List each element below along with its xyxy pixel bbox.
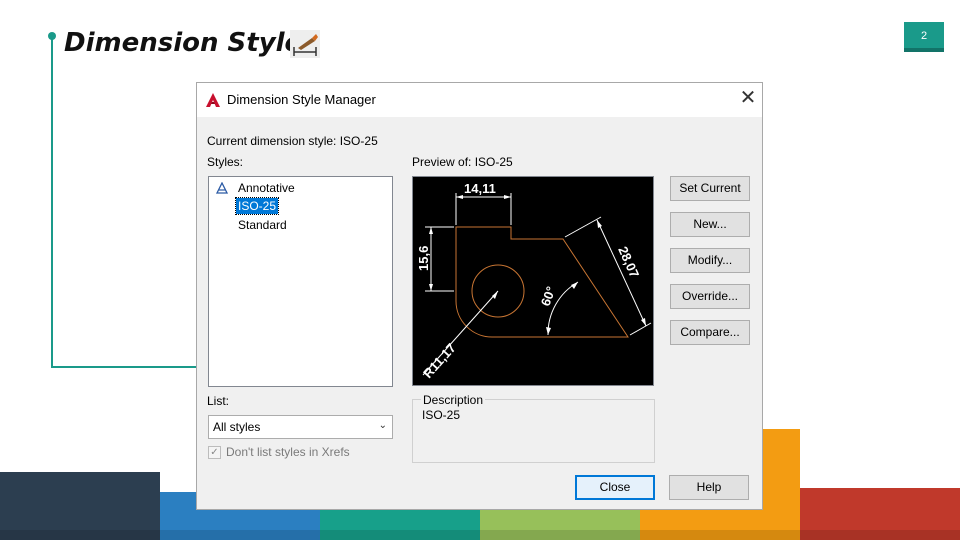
preview-drawing: 14,11 15,6 28,07 60° R11,17	[416, 181, 652, 381]
styles-list[interactable]: Annotative ISO-25 Standard	[208, 176, 393, 387]
accent-line-horizontal	[51, 366, 197, 368]
description-label: Description	[421, 393, 486, 407]
accent-line-vertical	[51, 36, 53, 368]
dialog-body: Current dimension style: ISO-25 Styles: …	[197, 117, 762, 509]
dialog-titlebar[interactable]: Dimension Style Manager ✕	[197, 83, 762, 117]
annotative-icon	[216, 182, 228, 194]
xrefs-checkbox[interactable]: ✓	[208, 446, 221, 459]
compare-button[interactable]: Compare...	[670, 320, 750, 345]
override-button[interactable]: Override...	[670, 284, 750, 309]
dim-aligned-text: 28,07	[615, 244, 642, 280]
xrefs-checkbox-label: Don't list styles in Xrefs	[226, 445, 350, 459]
style-item-iso-25[interactable]: ISO-25	[234, 197, 280, 215]
autocad-logo-icon	[206, 93, 220, 107]
dialog-title: Dimension Style Manager	[227, 92, 376, 107]
style-item-annotative[interactable]: Annotative	[236, 180, 297, 196]
modify-button[interactable]: Modify...	[670, 248, 750, 273]
dimension-style-icon	[290, 30, 320, 58]
help-button[interactable]: Help	[669, 475, 749, 500]
styles-label: Styles:	[207, 155, 244, 169]
current-style-label: Current dimension style: ISO-25	[207, 134, 378, 148]
close-button[interactable]: Close	[575, 475, 655, 500]
set-current-button[interactable]: Set Current	[670, 176, 750, 201]
style-preview-panel: 14,11 15,6 28,07 60° R11,17	[412, 176, 654, 386]
new-button[interactable]: New...	[670, 212, 750, 237]
dim-radius-text: R11,17	[420, 340, 459, 381]
style-item-standard[interactable]: Standard	[236, 217, 289, 233]
close-icon[interactable]: ✕	[735, 87, 761, 111]
preview-label: Preview of: ISO-25	[412, 155, 513, 169]
slide-title: Dimension Style	[64, 28, 303, 58]
dimension-style-manager-dialog: Dimension Style Manager ✕ Current dimens…	[196, 82, 763, 510]
list-select[interactable]: All styles ⌄	[208, 415, 393, 439]
page-number-badge: 2	[904, 22, 944, 52]
dim-horizontal-text: 14,11	[464, 181, 496, 196]
description-value: ISO-25	[422, 408, 461, 422]
chevron-down-icon: ⌄	[378, 420, 387, 431]
footer-shade	[0, 530, 960, 540]
dim-vertical-text: 15,6	[416, 246, 431, 271]
list-select-value: All styles	[213, 420, 261, 434]
list-label: List:	[207, 394, 230, 408]
